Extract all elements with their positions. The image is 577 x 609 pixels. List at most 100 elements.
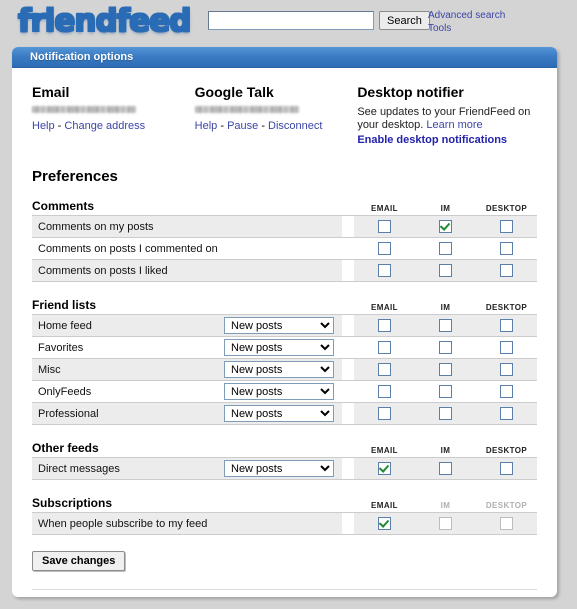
checkbox-cell-email	[354, 237, 415, 260]
googletalk-pause-link[interactable]: Pause	[227, 120, 258, 132]
friendfeed-logo[interactable]: friendfeed	[18, 4, 191, 38]
section-title: Subscriptions	[32, 496, 113, 510]
checkbox-cell-desktop	[476, 380, 537, 403]
column-label-im: IM	[440, 204, 451, 213]
email-change-address-link[interactable]: Change address	[64, 120, 145, 132]
googletalk-help-link[interactable]: Help	[195, 120, 218, 132]
save-changes-button[interactable]: Save changes	[32, 551, 126, 571]
row-label: Direct messages	[32, 457, 224, 480]
checkbox-im[interactable]	[439, 264, 452, 277]
column-label-email: EMAIL	[371, 501, 398, 510]
notification-options-panel: Notification options Email Help - Change…	[12, 47, 557, 597]
checkbox-cell-im	[415, 259, 476, 282]
desktop-notifier-description: See updates to your FriendFeed on your d…	[357, 106, 537, 132]
preferences-heading: Preferences	[32, 168, 118, 185]
googletalk-disconnect-link[interactable]: Disconnect	[268, 120, 322, 132]
checkbox-email[interactable]	[378, 319, 391, 332]
checkbox-im[interactable]	[439, 319, 452, 332]
checkbox-im[interactable]	[439, 385, 452, 398]
frequency-select[interactable]: New posts	[224, 383, 334, 400]
checkbox-email[interactable]	[378, 517, 391, 530]
email-address-redacted	[32, 106, 136, 113]
checkbox-cell-desktop	[476, 336, 537, 359]
frequency-select[interactable]: New posts	[224, 405, 334, 422]
checkbox-desktop[interactable]	[500, 319, 513, 332]
table-row: Comments on posts I commented on	[32, 237, 537, 260]
checkbox-im[interactable]	[439, 363, 452, 376]
checkbox-cell-im	[415, 457, 476, 480]
checkbox-desktop[interactable]	[500, 242, 513, 255]
checkbox-desktop[interactable]	[500, 407, 513, 420]
checkbox-desktop[interactable]	[500, 385, 513, 398]
checkbox-desktop[interactable]	[500, 264, 513, 277]
frequency-select[interactable]: New posts	[224, 317, 334, 334]
checkbox-desktop[interactable]	[500, 220, 513, 233]
checkbox-email[interactable]	[378, 407, 391, 420]
checkbox-email[interactable]	[378, 242, 391, 255]
checkbox-email[interactable]	[378, 264, 391, 277]
advanced-search-link[interactable]: Advanced search	[428, 10, 505, 21]
section-table: Home feed New posts Favorites New posts Misc…	[32, 314, 537, 425]
search-input[interactable]	[208, 11, 374, 30]
row-spacer	[342, 259, 354, 282]
row-spacer	[342, 215, 354, 238]
checkbox-cell-email	[354, 336, 415, 359]
checkbox-desktop[interactable]	[500, 462, 513, 475]
checkbox-cell-email	[354, 380, 415, 403]
learn-more-link[interactable]: Learn more	[426, 119, 482, 131]
frequency-select[interactable]: New posts	[224, 361, 334, 378]
column-labels: EMAIL IM DESKTOP	[354, 204, 537, 213]
checkbox-email[interactable]	[378, 220, 391, 233]
row-select-cell: New posts	[224, 336, 342, 359]
desktop-notifier-heading: Desktop notifier	[357, 84, 464, 100]
row-select-cell: New posts	[224, 380, 342, 403]
column-labels: EMAIL IM DESKTOP	[354, 501, 537, 510]
row-select-cell: New posts	[224, 457, 342, 480]
checkbox-email[interactable]	[378, 462, 391, 475]
tools-link[interactable]: Tools	[428, 23, 505, 34]
table-row: Misc New posts	[32, 358, 537, 381]
row-label: Comments on my posts	[32, 215, 342, 238]
table-row: Comments on posts I liked	[32, 259, 537, 282]
row-select-cell: New posts	[224, 314, 342, 337]
checkbox-email[interactable]	[378, 385, 391, 398]
email-links: Help - Change address	[32, 120, 195, 132]
column-label-email: EMAIL	[371, 204, 398, 213]
frequency-select[interactable]: New posts	[224, 339, 334, 356]
email-account-block: Email Help - Change address	[32, 84, 195, 146]
search-button[interactable]: Search	[379, 11, 430, 30]
column-label-im: IM	[440, 501, 451, 510]
section-friend-lists: Friend lists EMAIL IM DESKTOP Home feed New p…	[32, 298, 537, 425]
checkbox-im[interactable]	[439, 407, 452, 420]
column-label-desktop: DESKTOP	[485, 204, 528, 213]
row-spacer	[342, 237, 354, 260]
checkbox-im[interactable]	[439, 462, 452, 475]
gt-link-sep-2: -	[258, 120, 269, 132]
email-help-link[interactable]: Help	[32, 120, 55, 132]
column-label-desktop: DESKTOP	[485, 501, 528, 510]
table-row: Home feed New posts	[32, 314, 537, 337]
checkbox-desktop[interactable]	[500, 363, 513, 376]
table-row: When people subscribe to my feed	[32, 512, 537, 535]
column-label-im: IM	[440, 446, 451, 455]
section-title: Comments	[32, 199, 95, 213]
checkbox-cell-desktop	[476, 457, 537, 480]
checkbox-cell-im	[415, 512, 476, 535]
checkbox-cell-email	[354, 215, 415, 238]
checkbox-cell-im	[415, 358, 476, 381]
checkbox-email[interactable]	[378, 341, 391, 354]
row-label: Comments on posts I commented on	[32, 237, 342, 260]
frequency-select[interactable]: New posts	[224, 460, 334, 477]
checkbox-im[interactable]	[439, 242, 452, 255]
enable-desktop-notifications-link[interactable]: Enable desktop notifications	[357, 134, 537, 146]
checkbox-cell-desktop	[476, 314, 537, 337]
checkbox-im[interactable]	[439, 341, 452, 354]
table-row: OnlyFeeds New posts	[32, 380, 537, 403]
row-label: OnlyFeeds	[32, 380, 224, 403]
googletalk-account-block: Google Talk Help - Pause - Disconnect	[194, 84, 358, 146]
checkbox-im[interactable]	[439, 220, 452, 233]
googletalk-address-redacted	[194, 106, 299, 113]
row-spacer	[342, 358, 354, 381]
checkbox-desktop[interactable]	[500, 341, 513, 354]
checkbox-email[interactable]	[378, 363, 391, 376]
